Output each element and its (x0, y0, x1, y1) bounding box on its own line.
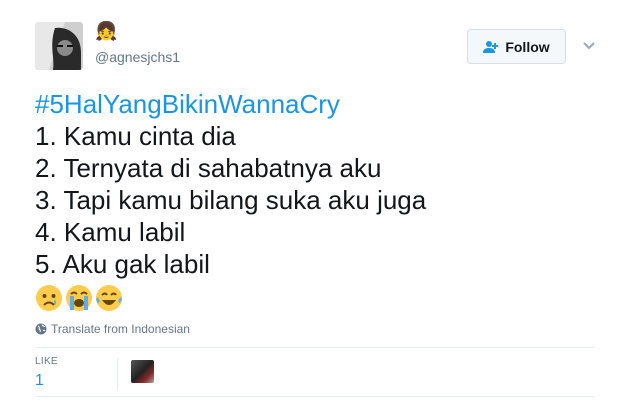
tweet-line: 3. Tapi kamu bilang suka aku juga (35, 185, 427, 215)
tears-of-joy-icon (96, 285, 122, 311)
chevron-down-icon[interactable] (582, 38, 596, 52)
tweet-line: 2. Ternyata di sahabatnya aku (35, 153, 382, 183)
crying-face-icon (36, 285, 62, 311)
tweet-text: #5HalYangBikinWannaCry 1. Kamu cinta dia… (35, 88, 595, 314)
liker-avatar[interactable] (131, 360, 154, 383)
follow-button[interactable]: Follow (467, 29, 566, 64)
user-avatar[interactable] (35, 22, 83, 70)
likes-stat[interactable]: LIKE 1 (35, 356, 58, 391)
divider (117, 358, 118, 390)
user-handle[interactable]: @agnesjchs1 (95, 48, 180, 66)
tweet-line: 1. Kamu cinta dia (35, 121, 236, 151)
likes-count[interactable]: 1 (35, 371, 58, 391)
loudly-crying-face-icon (66, 285, 92, 311)
translate-link[interactable]: Translate from Indonesian (35, 322, 190, 336)
user-name-emoji[interactable]: 👧 (95, 20, 180, 44)
translate-label[interactable]: Translate from Indonesian (51, 322, 190, 336)
tweet-line: 4. Kamu labil (35, 217, 186, 247)
likes-label: LIKE (35, 356, 58, 367)
divider (35, 347, 595, 348)
follow-button-label: Follow (505, 38, 550, 55)
follow-user-icon (483, 40, 499, 53)
emoji-row (35, 284, 595, 314)
globe-icon (35, 323, 47, 335)
hashtag-link[interactable]: #5HalYangBikinWannaCry (35, 88, 595, 120)
divider (35, 396, 595, 397)
tweet-line: 5. Aku gak labil (35, 249, 210, 279)
user-info: 👧 @agnesjchs1 (95, 20, 180, 66)
